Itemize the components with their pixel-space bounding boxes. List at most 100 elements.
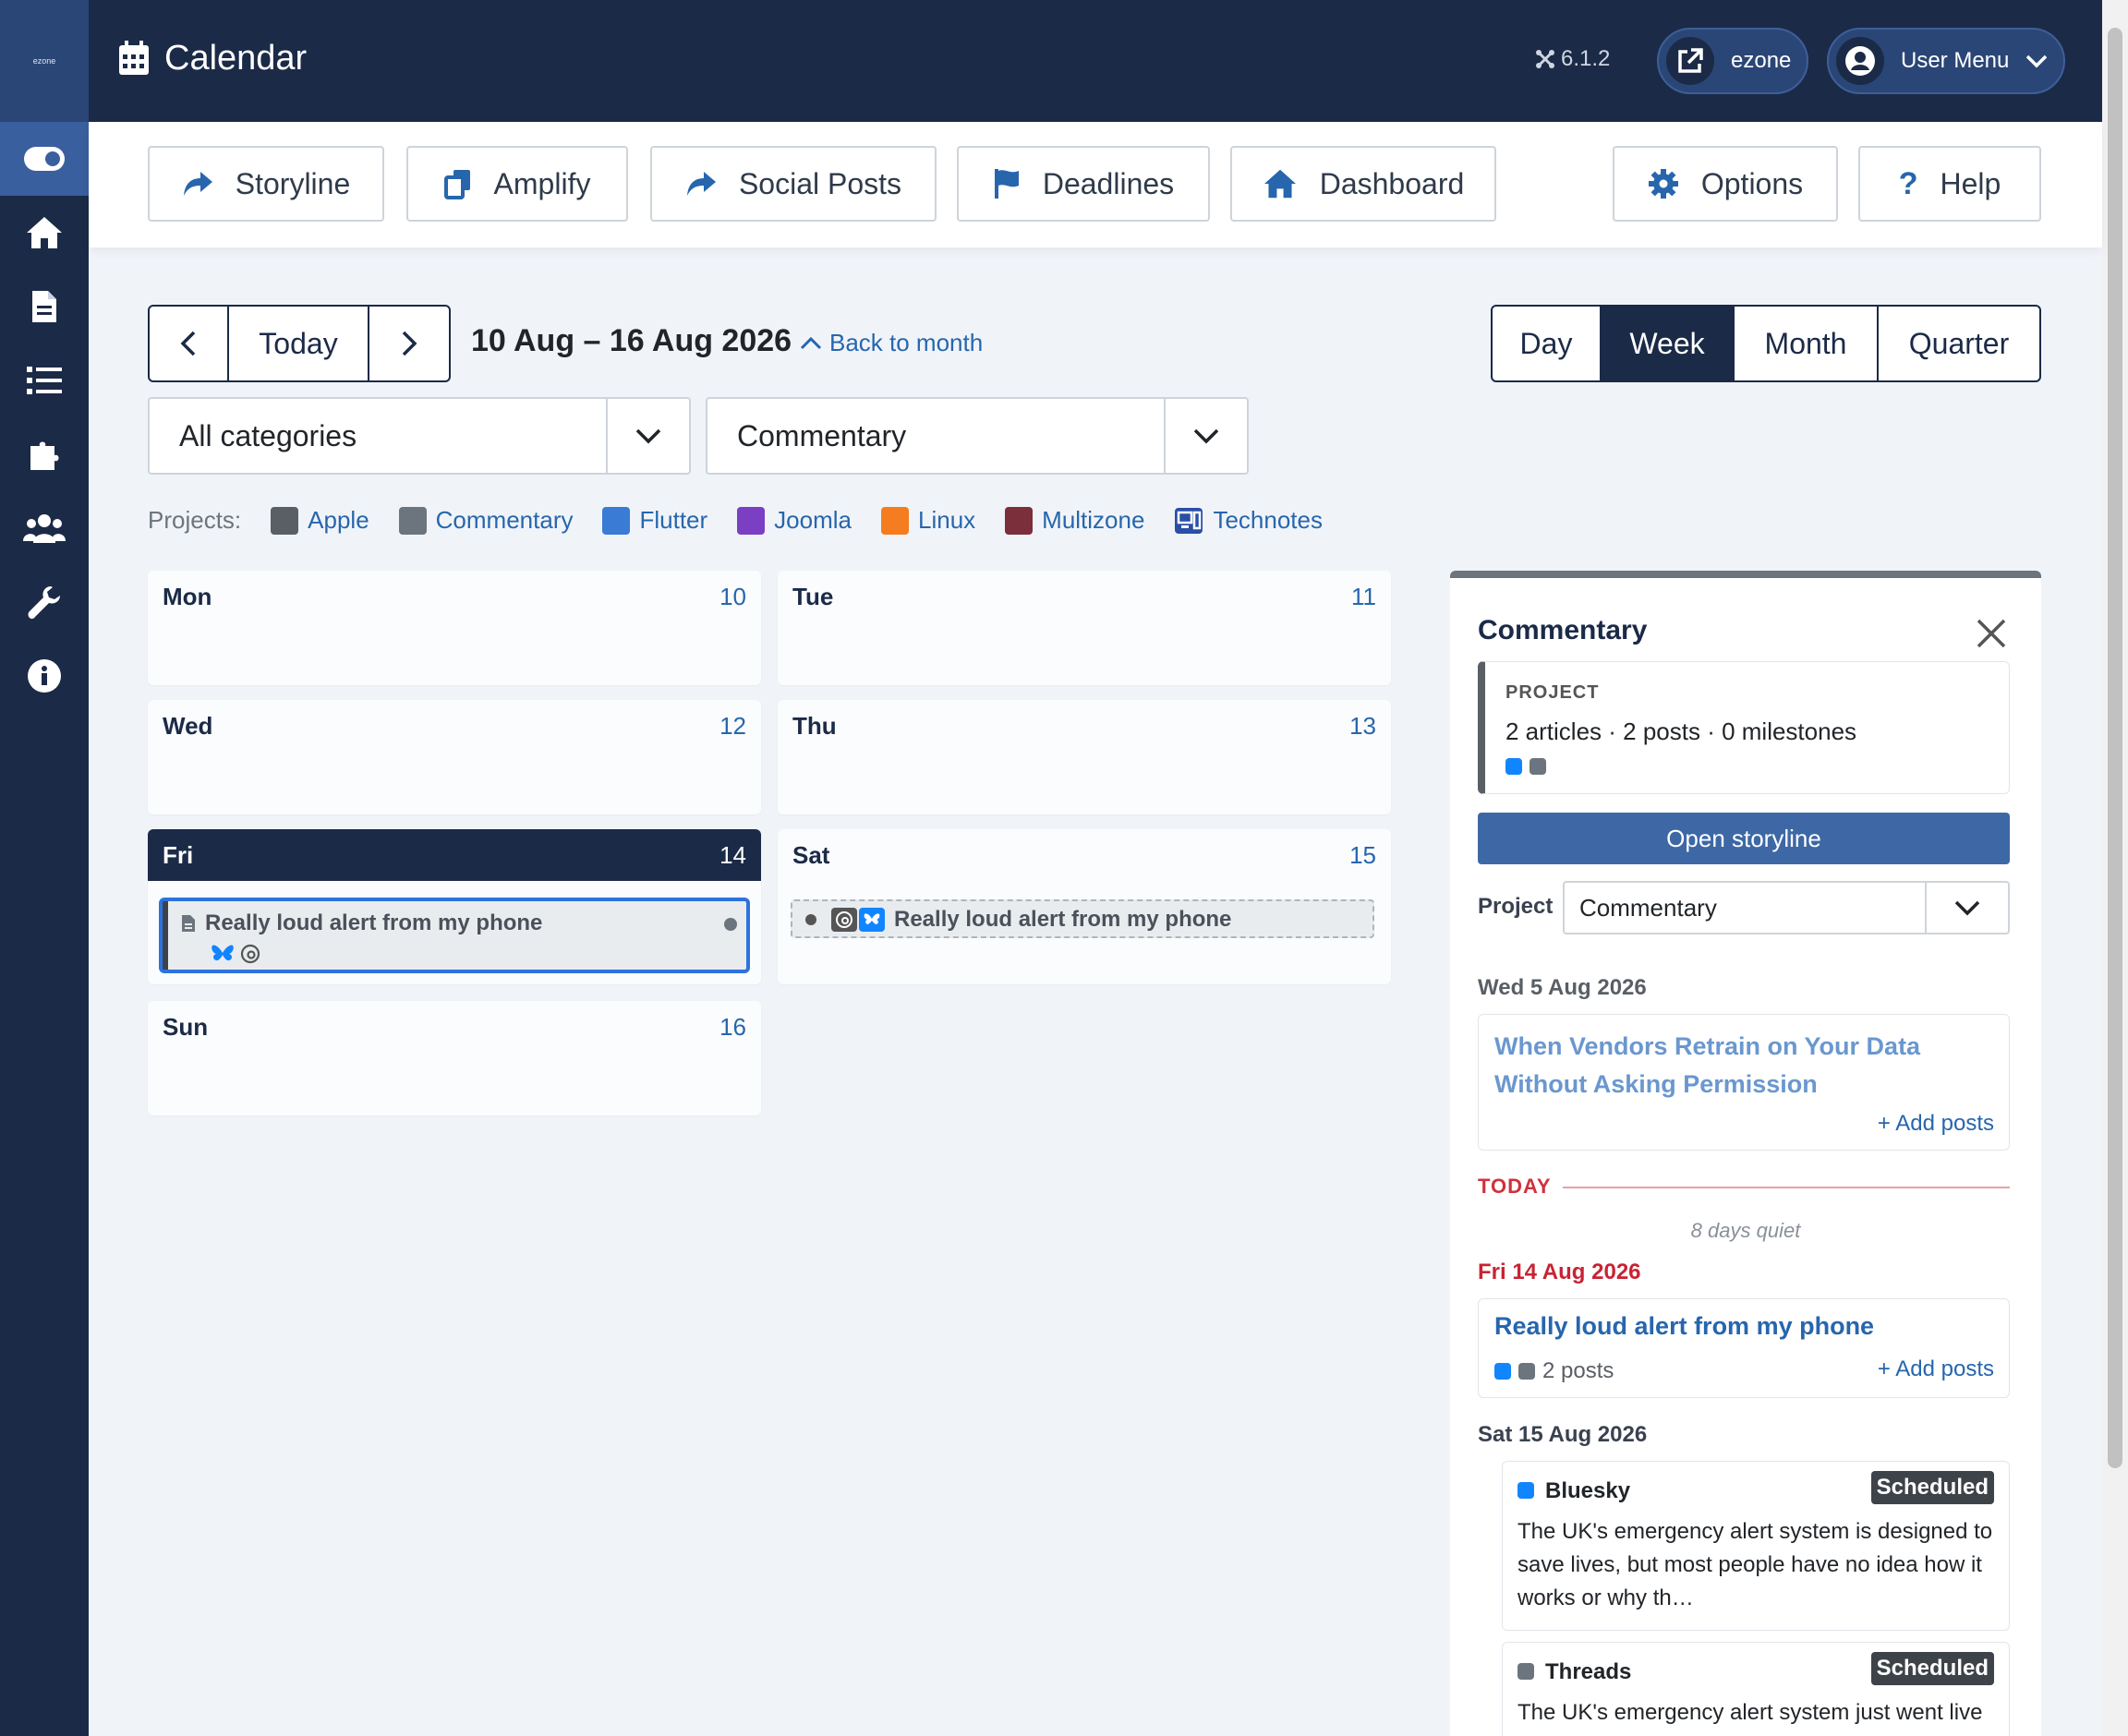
user-menu-button[interactable]: User Menu (1827, 28, 2065, 94)
bluesky-icon (212, 945, 234, 961)
project-legend: Projects: Apple Commentary Flutter Jooml… (148, 506, 1352, 535)
today-button[interactable]: Today (229, 307, 369, 380)
bluesky-dot (1505, 758, 1522, 775)
sidebar-toggle[interactable] (0, 122, 89, 196)
day-cell-mon[interactable]: Mon 10 (148, 571, 761, 685)
site-link-button[interactable]: ezone (1657, 28, 1808, 94)
project-stats: 2 articles · 2 posts · 0 milestones (1505, 717, 1857, 745)
back-to-month-link[interactable]: Back to month (800, 329, 983, 357)
project-link-joomla[interactable]: Joomla (737, 506, 852, 535)
day-number[interactable]: 11 (1351, 583, 1376, 611)
view-quarter-button[interactable]: Quarter (1879, 307, 2039, 380)
event-card[interactable]: Really loud alert from my phone (159, 898, 750, 973)
deadlines-button[interactable]: Deadlines (957, 146, 1210, 222)
question-icon: ? (1898, 165, 1918, 201)
project-color-swatch (737, 506, 766, 535)
next-week-button[interactable] (369, 307, 449, 380)
day-cell-thu[interactable]: Thu 13 (778, 700, 1391, 814)
add-posts-link[interactable]: + Add posts (1878, 1111, 1994, 1137)
day-number[interactable]: 15 (1349, 841, 1376, 870)
project-select[interactable]: Commentary (1563, 881, 2010, 934)
project-field-label: Project (1478, 894, 1554, 919)
open-storyline-button[interactable]: Open storyline (1478, 813, 2010, 864)
threads-dot (1517, 1663, 1534, 1680)
project-link-linux[interactable]: Linux (881, 506, 975, 535)
dashboard-button[interactable]: Dashboard (1230, 146, 1496, 222)
home-icon (27, 217, 62, 248)
day-name: Thu (792, 711, 837, 740)
article-card[interactable]: Really loud alert from my phone 2 posts … (1478, 1298, 2010, 1398)
social-posts-label: Social Posts (738, 166, 902, 200)
flag-icon (994, 169, 1019, 199)
post-network: Bluesky (1545, 1478, 1631, 1503)
threads-dot (1530, 758, 1546, 775)
article-title[interactable]: When Vendors Retrain on Your Data Withou… (1494, 1028, 1993, 1103)
day-cell-fri-today[interactable]: Fri 14 Really loud alert from my phone (148, 829, 761, 984)
user-menu-label: User Menu (1901, 48, 2010, 73)
storyline-button[interactable]: Storyline (148, 146, 384, 222)
top-header: Calendar 6.1.2 ezone User Menu (89, 0, 2102, 122)
project-link-technotes[interactable]: Technotes (1174, 506, 1323, 535)
add-posts-link[interactable]: + Add posts (1878, 1356, 1994, 1382)
page-scrollbar-thumb[interactable] (2108, 28, 2122, 1468)
storyline-panel: Commentary PROJECT 2 articles · 2 posts … (1450, 571, 2041, 1736)
panel-title: Commentary (1478, 615, 1648, 645)
amplify-label: Amplify (493, 166, 591, 200)
project-link-multizone[interactable]: Multizone (1005, 506, 1144, 535)
social-post-card[interactable]: Bluesky Scheduled The UK's emergency ale… (1502, 1461, 2010, 1631)
view-day-button[interactable]: Day (1493, 307, 1602, 380)
version-text: 6.1.2 (1561, 46, 1611, 71)
sidebar: ezone (0, 0, 89, 1736)
project-link-commentary[interactable]: Commentary (398, 506, 573, 535)
day-cell-sat[interactable]: Sat 15 Really loud alert from my phone (778, 829, 1391, 984)
technotes-icon (1175, 507, 1203, 534)
close-icon[interactable] (1973, 615, 2010, 652)
sidebar-item-system[interactable] (0, 573, 89, 632)
prev-week-button[interactable] (150, 307, 229, 380)
view-month-button[interactable]: Month (1735, 307, 1879, 380)
project-select-value: Commentary (1579, 893, 1717, 922)
day-number[interactable]: 14 (719, 841, 746, 870)
help-button[interactable]: ? Help (1858, 146, 2041, 222)
sidebar-item-home[interactable] (0, 203, 89, 262)
day-cell-sun[interactable]: Sun 16 (148, 1001, 761, 1115)
project-link-flutter[interactable]: Flutter (602, 506, 707, 535)
day-number[interactable]: 10 (719, 583, 746, 611)
article-title[interactable]: Really loud alert from my phone (1494, 1312, 1874, 1341)
threads-icon (831, 908, 857, 932)
social-post-chip[interactable]: Really loud alert from my phone (791, 899, 1374, 938)
project-color-swatch (881, 506, 909, 535)
sidebar-item-extensions[interactable] (0, 425, 89, 484)
chevron-left-icon (180, 331, 196, 356)
day-cell-tue[interactable]: Tue 11 (778, 571, 1391, 685)
day-name: Fri (163, 840, 194, 869)
chevron-down-icon (606, 399, 689, 473)
site-link-label: ezone (1731, 48, 1792, 73)
amplify-button[interactable]: Amplify (406, 146, 628, 222)
day-number[interactable]: 16 (719, 1013, 746, 1042)
sidebar-item-articles[interactable] (0, 277, 89, 336)
day-number[interactable]: 13 (1349, 712, 1376, 741)
project-link-apple[interactable]: Apple (271, 506, 369, 535)
bluesky-dot (1494, 1363, 1511, 1380)
day-cell-wed[interactable]: Wed 12 (148, 700, 761, 814)
social-post-card[interactable]: Threads Scheduled The UK's emergency ale… (1502, 1642, 2010, 1736)
chevron-right-icon (402, 331, 417, 356)
sidebar-item-users[interactable] (0, 499, 89, 558)
wrench-icon (28, 586, 60, 620)
day-number[interactable]: 12 (719, 712, 746, 741)
projects-label: Projects: (148, 506, 242, 534)
category-select[interactable]: All categories (148, 397, 691, 475)
article-posts-count: 2 posts (1542, 1358, 1614, 1383)
sidebar-item-info[interactable] (0, 646, 89, 705)
social-posts-button[interactable]: Social Posts (650, 146, 937, 222)
article-card[interactable]: When Vendors Retrain on Your Data Withou… (1478, 1014, 2010, 1151)
project-color-swatch (602, 506, 631, 535)
logo[interactable]: ezone (0, 0, 89, 122)
sidebar-item-list[interactable] (0, 351, 89, 410)
options-button[interactable]: Options (1613, 146, 1838, 222)
project-filter-select[interactable]: Commentary (706, 397, 1249, 475)
home-icon (1264, 169, 1296, 199)
view-week-button[interactable]: Week (1602, 307, 1735, 380)
project-name: Flutter (639, 506, 708, 534)
